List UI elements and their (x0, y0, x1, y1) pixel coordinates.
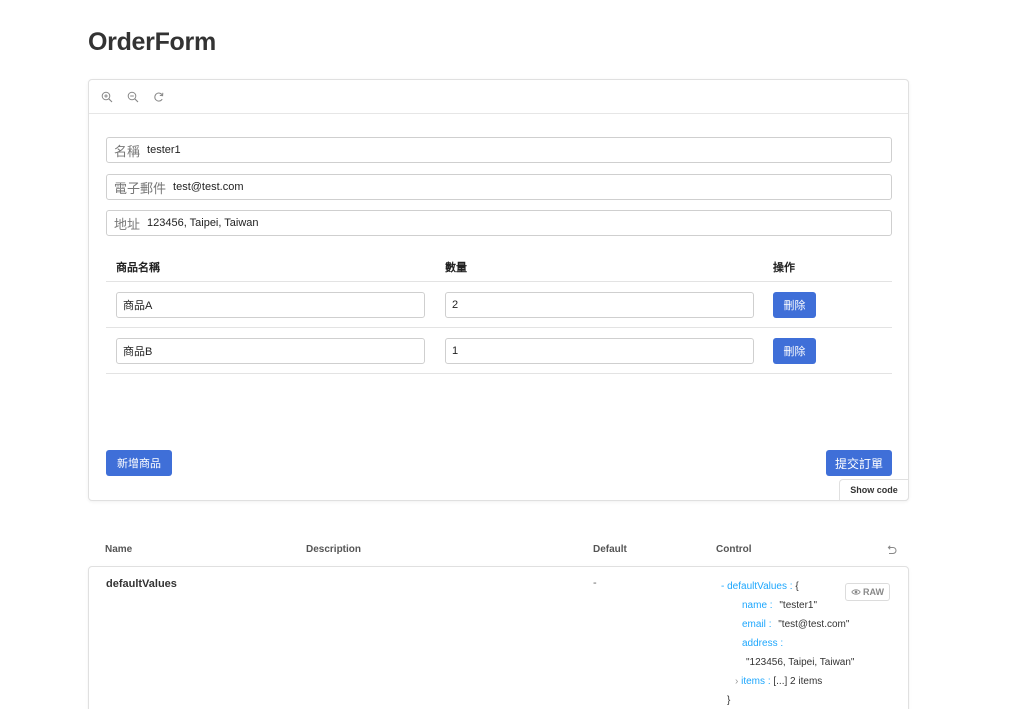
email-label: 電子郵件 (114, 180, 167, 196)
page-title: OrderForm (88, 28, 216, 56)
items-table: 商品名稱 數量 操作 商品A 2 刪除 商品B 1 刪除 (106, 252, 892, 374)
header-name: Name (105, 544, 133, 555)
quantity-input[interactable]: 2 (445, 292, 754, 318)
json-colon: : (789, 581, 793, 592)
json-colon: : (768, 619, 772, 630)
reset-zoom-icon[interactable] (153, 91, 165, 103)
zoom-in-icon[interactable] (101, 91, 113, 103)
name-field[interactable]: 名稱 tester1 (106, 137, 892, 163)
product-input[interactable]: 商品B (116, 338, 425, 364)
email-input[interactable]: test@test.com (173, 181, 243, 193)
prop-default: - (593, 577, 597, 589)
json-colon: : (780, 638, 784, 649)
header-description: Description (306, 544, 362, 555)
json-key-address: address (742, 638, 778, 649)
preview-toolbar (89, 80, 908, 114)
collapse-toggle[interactable]: - (721, 581, 724, 592)
json-close-brace: } (727, 695, 731, 706)
column-header-action: 操作 (773, 262, 795, 274)
eye-icon (851, 589, 861, 595)
product-input[interactable]: 商品A (116, 292, 425, 318)
raw-label: RAW (863, 587, 884, 597)
quantity-input[interactable]: 1 (445, 338, 754, 364)
delete-button[interactable]: 刪除 (773, 292, 816, 318)
show-code-button[interactable]: Show code (839, 479, 909, 501)
address-label: 地址 (114, 216, 141, 232)
name-label: 名稱 (114, 143, 141, 159)
json-value-name[interactable]: "tester1" (779, 600, 817, 611)
table-header: 商品名稱 數量 操作 (106, 252, 892, 282)
column-header-product: 商品名稱 (116, 262, 160, 274)
args-table-header: Name Description Default Control (88, 536, 909, 566)
json-colon: : (769, 600, 773, 611)
address-field[interactable]: 地址 123456, Taipei, Taiwan (106, 210, 892, 236)
header-default: Default (593, 544, 627, 555)
table-row: 商品A 2 刪除 (106, 282, 892, 328)
table-row: 商品B 1 刪除 (106, 328, 892, 374)
submit-order-button[interactable]: 提交訂單 (826, 450, 892, 476)
json-value-address[interactable]: "123456, Taipei, Taiwan" (746, 657, 854, 668)
json-value-items: [...] 2 items (773, 676, 823, 687)
raw-button[interactable]: RAW (845, 583, 890, 601)
delete-button[interactable]: 刪除 (773, 338, 816, 364)
add-item-button[interactable]: 新增商品 (106, 450, 172, 476)
json-key-email: email (742, 619, 766, 630)
story-preview-panel: 名稱 tester1 電子郵件 test@test.com 地址 123456,… (88, 79, 909, 501)
json-value-email[interactable]: "test@test.com" (778, 619, 849, 630)
chevron-right-icon[interactable]: › (735, 676, 738, 687)
object-control[interactable]: - defaultValues : { name : "tester1" ema… (721, 577, 854, 709)
json-key-items[interactable]: items (741, 676, 765, 687)
json-key-root: defaultValues (727, 581, 787, 592)
address-input[interactable]: 123456, Taipei, Taiwan (147, 217, 259, 229)
reset-controls-icon[interactable] (885, 543, 897, 555)
json-open-brace: { (795, 581, 799, 592)
zoom-out-icon[interactable] (127, 91, 139, 103)
name-input[interactable]: tester1 (147, 144, 181, 156)
header-control: Control (716, 544, 752, 555)
json-colon: : (767, 676, 771, 687)
prop-name: defaultValues (106, 578, 177, 590)
json-key-name: name (742, 600, 768, 611)
column-header-quantity: 數量 (445, 262, 467, 274)
args-table-body: defaultValues - - defaultValues : { name… (88, 566, 909, 709)
email-field[interactable]: 電子郵件 test@test.com (106, 174, 892, 200)
